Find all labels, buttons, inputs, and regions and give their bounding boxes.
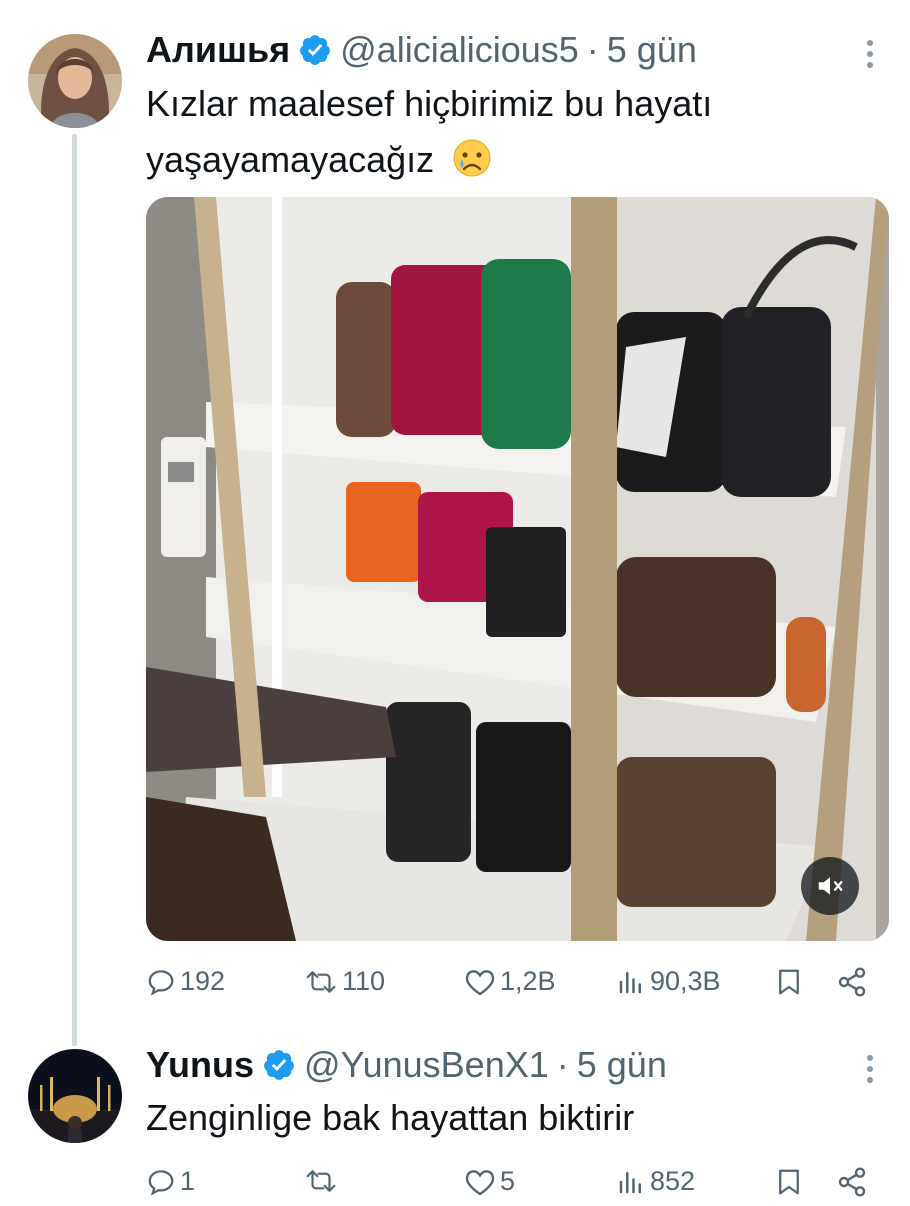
avatar[interactable] [28, 34, 122, 128]
tweet-actions: 192 110 1,2B 90,3B [146, 966, 876, 1006]
reply-icon [148, 1169, 174, 1196]
tweet-text-line: Zenginlige bak hayattan biktirir [146, 1097, 635, 1138]
tweet-text: Kızlar maalesef hiçbirimiz bu hayatı yaş… [146, 76, 712, 194]
author-name[interactable]: Алишья [146, 29, 290, 71]
like-count: 1,2B [500, 966, 556, 996]
verified-badge-icon [254, 1048, 304, 1082]
tweet-header: Yunus @YunusBenX1 · 5 gün [146, 1043, 667, 1087]
like-button[interactable]: 1,2B [464, 966, 556, 997]
share-icon [838, 1167, 866, 1197]
reply-button[interactable]: 1 [146, 1166, 195, 1197]
tweet-text: Zenginlige bak hayattan biktirir [146, 1090, 634, 1146]
reply-button[interactable]: 192 [146, 966, 225, 997]
volume-mute-icon[interactable] [801, 857, 859, 915]
author-name[interactable]: Yunus [146, 1044, 254, 1086]
tweet-text-fragment: yaşayamayacağız [146, 139, 435, 180]
retweet-icon [306, 1170, 336, 1192]
avatar[interactable] [28, 1049, 122, 1143]
views-count: 852 [650, 1166, 696, 1196]
share-icon [838, 967, 866, 997]
like-count: 5 [500, 1166, 516, 1196]
tweet-video[interactable] [146, 197, 889, 941]
reply-icon [148, 969, 174, 996]
retweet-icon [306, 970, 336, 993]
views-chart-icon [619, 971, 641, 993]
timestamp[interactable]: 5 gün [607, 29, 697, 71]
tweet-text-line: yaşayamayacağız [146, 132, 712, 194]
reply-count: 192 [180, 966, 226, 996]
reply-count: 1 [180, 1166, 196, 1196]
verified-badge-icon [290, 33, 340, 67]
author-handle[interactable]: @YunusBenX1 [304, 1044, 549, 1086]
heart-icon [465, 969, 495, 995]
retweet-count: 110 [342, 966, 386, 996]
bookmark-icon [779, 969, 799, 995]
bookmark-button[interactable] [774, 966, 804, 998]
tweet-actions: 1 5 852 [146, 1166, 876, 1206]
thread-connector-line [72, 134, 77, 1046]
crying-face-emoji-icon [452, 138, 492, 194]
author-handle[interactable]: @alicialicious5 [340, 29, 579, 71]
video-frame-illustration [146, 197, 889, 941]
views-button[interactable]: 852 [616, 1166, 695, 1197]
retweet-button[interactable]: 110 [304, 966, 385, 997]
like-button[interactable]: 5 [464, 1166, 515, 1197]
retweet-button[interactable] [304, 1166, 342, 1196]
more-options-icon[interactable] [864, 40, 876, 68]
tweet-header: Алишья @alicialicious5 · 5 gün [146, 28, 697, 72]
tweet-text-line: Kızlar maalesef hiçbirimiz bu hayatı [146, 83, 713, 124]
bookmark-button[interactable] [774, 1166, 804, 1198]
views-chart-icon [619, 1171, 641, 1193]
more-options-icon[interactable] [864, 1055, 876, 1083]
timestamp[interactable]: 5 gün [577, 1044, 667, 1086]
share-button[interactable] [836, 966, 868, 998]
bookmark-icon [779, 1169, 799, 1195]
views-button[interactable]: 90,3B [616, 966, 721, 997]
share-button[interactable] [836, 1166, 868, 1198]
views-count: 90,3B [650, 966, 721, 996]
heart-icon [465, 1169, 495, 1195]
separator-dot: · [556, 1044, 569, 1085]
separator-dot: · [586, 29, 599, 70]
